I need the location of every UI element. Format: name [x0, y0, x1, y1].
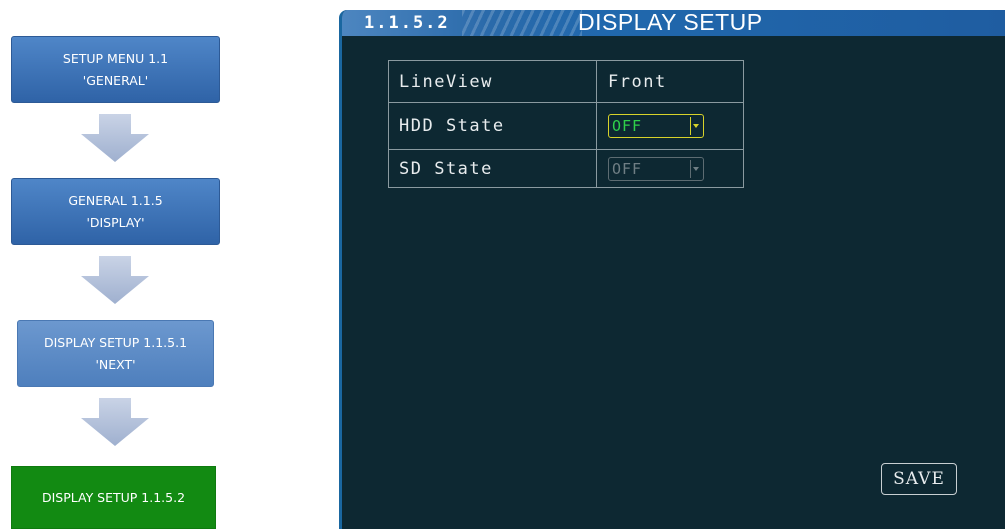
menu-number: 1.1.5.2 [364, 13, 450, 33]
hdd-state-value: OFF [612, 117, 643, 135]
down-arrow-icon [81, 114, 149, 162]
flow-step-general: GENERAL 1.1.5 'DISPLAY' [11, 178, 220, 245]
flow-step-title: SETUP MENU 1.1 [62, 50, 169, 66]
down-arrow-icon [81, 256, 149, 304]
dropdown-arrow-icon[interactable] [690, 117, 700, 135]
dvr-screen: 1.1.5.2 DISPLAY SETUP LineView Front HDD… [339, 10, 1005, 529]
setting-label-hdd-state: HDD State [388, 102, 597, 150]
down-arrow-icon [81, 398, 149, 446]
flow-step-subtitle: 'NEXT' [95, 356, 136, 372]
save-button[interactable]: SAVE [881, 463, 957, 495]
title-bar: 1.1.5.2 DISPLAY SETUP [342, 10, 1005, 36]
dropdown-arrow-icon[interactable] [690, 159, 700, 178]
table-row: LineView Front [388, 60, 744, 103]
flow-step-display-setup-2: DISPLAY SETUP 1.1.5.2 [11, 466, 216, 529]
flow-step-title: DISPLAY SETUP 1.1.5.2 [41, 489, 186, 505]
sd-state-select[interactable]: OFF [608, 156, 704, 181]
page-title: DISPLAY SETUP [578, 10, 763, 35]
settings-table: LineView Front HDD State OFF SD State OF… [388, 60, 744, 188]
title-bar-decoration [462, 10, 582, 36]
flow-step-display-setup-1: DISPLAY SETUP 1.1.5.1 'NEXT' [17, 320, 214, 387]
sd-state-value: OFF [612, 159, 643, 178]
flow-step-setup-menu: SETUP MENU 1.1 'GENERAL' [11, 36, 220, 103]
flow-step-subtitle: 'DISPLAY' [86, 214, 145, 230]
setting-cell-sd-state: OFF [596, 149, 744, 188]
flow-step-title: DISPLAY SETUP 1.1.5.1 [43, 334, 188, 350]
table-row: HDD State OFF [388, 102, 744, 150]
setting-label-lineview: LineView [388, 60, 597, 103]
flow-step-title: GENERAL 1.1.5 [68, 192, 163, 208]
setting-cell-hdd-state: OFF [596, 102, 744, 150]
table-row: SD State OFF [388, 149, 744, 188]
hdd-state-select[interactable]: OFF [608, 114, 704, 138]
setting-label-sd-state: SD State [388, 149, 597, 188]
flow-step-subtitle: 'GENERAL' [82, 72, 149, 88]
setting-value-lineview[interactable]: Front [596, 60, 744, 103]
